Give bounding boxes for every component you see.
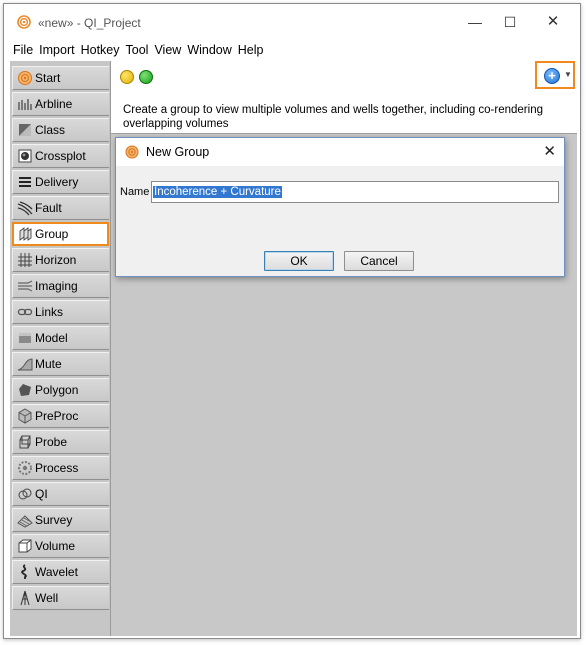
- group-name-input[interactable]: Incoherence + Curvature: [151, 181, 559, 203]
- polygon-icon: [19, 384, 31, 396]
- dialog-title: New Group: [146, 145, 210, 159]
- sidebar-item-label: Mute: [35, 357, 62, 371]
- sidebar-item-process[interactable]: Process: [12, 456, 109, 480]
- sidebar-item-crossplot[interactable]: Crossplot: [12, 144, 109, 168]
- menu-tool[interactable]: Tool: [123, 41, 152, 59]
- volume-icon: [18, 539, 32, 553]
- panel-header: + ▼ Create a group to view multiple volu…: [111, 61, 577, 134]
- sidebar-item-probe[interactable]: Probe: [12, 430, 109, 454]
- sidebar-item-model[interactable]: Model: [12, 326, 109, 350]
- arbline-icon: [18, 99, 32, 110]
- sidebar: Start Arbline Class Crossplot Delivery F…: [10, 61, 111, 636]
- sidebar-item-label: Fault: [35, 201, 62, 215]
- menu-bar: File Import Hotkey Tool View Window Help: [10, 41, 267, 59]
- sidebar-item-polygon[interactable]: Polygon: [12, 378, 109, 402]
- sidebar-item-survey[interactable]: Survey: [12, 508, 109, 532]
- sidebar-item-preproc[interactable]: PreProc: [12, 404, 109, 428]
- sidebar-item-label: Polygon: [35, 383, 79, 397]
- links-icon: [17, 308, 33, 316]
- imaging-icon: [18, 280, 33, 292]
- sidebar-item-links[interactable]: Links: [12, 300, 109, 324]
- sidebar-item-start[interactable]: Start: [12, 66, 109, 90]
- sidebar-item-label: Well: [35, 591, 59, 605]
- sidebar-item-wavelet[interactable]: Wavelet: [12, 560, 109, 584]
- sidebar-item-label: Survey: [35, 513, 73, 527]
- sidebar-item-label: Class: [35, 123, 66, 137]
- menu-file[interactable]: File: [10, 41, 36, 59]
- sidebar-item-arbline[interactable]: Arbline: [12, 92, 109, 116]
- model-icon: [19, 333, 31, 343]
- class-icon: [19, 124, 31, 136]
- menu-window[interactable]: Window: [184, 41, 234, 59]
- sidebar-item-delivery[interactable]: Delivery: [12, 170, 109, 194]
- qi-icon: [18, 488, 32, 500]
- menu-view[interactable]: View: [151, 41, 184, 59]
- sidebar-item-label: Delivery: [35, 175, 79, 189]
- menu-import[interactable]: Import: [36, 41, 77, 59]
- probe-icon: [19, 435, 31, 449]
- survey-icon: [17, 515, 33, 528]
- minimize-button[interactable]: —: [460, 10, 490, 34]
- mute-icon: [17, 358, 33, 371]
- sidebar-item-label: Probe: [35, 435, 68, 449]
- sidebar-item-label: Horizon: [35, 253, 77, 267]
- app-window: «new» - QI_Project — ☐ ✕ File Import Hot…: [3, 3, 581, 639]
- sidebar-item-label: Wavelet: [35, 565, 78, 579]
- fault-icon: [17, 201, 33, 216]
- dialog-close-button[interactable]: ✕: [543, 142, 556, 160]
- cancel-button[interactable]: Cancel: [344, 251, 414, 271]
- sidebar-item-label: Start: [35, 71, 61, 85]
- wavelet-icon: [21, 564, 27, 579]
- ok-button[interactable]: OK: [264, 251, 334, 271]
- sidebar-item-label: QI: [35, 487, 48, 501]
- dialog-title-bar[interactable]: New Group ✕: [116, 138, 564, 166]
- close-window-button[interactable]: ✕: [538, 10, 568, 34]
- sidebar-item-label: Model: [35, 331, 68, 345]
- sidebar-item-class[interactable]: Class: [12, 118, 109, 142]
- group-icon: [19, 227, 32, 241]
- sidebar-item-label: Group: [35, 227, 69, 241]
- preproc-icon: [18, 408, 32, 424]
- sidebar-item-volume[interactable]: Volume: [12, 534, 109, 558]
- new-group-dialog: New Group ✕ Name Incoherence + Curvature…: [115, 137, 565, 277]
- title-bar[interactable]: «new» - QI_Project — ☐ ✕: [4, 4, 580, 40]
- sidebar-item-label: Links: [35, 305, 64, 319]
- add-group-button[interactable]: + ▼: [535, 61, 575, 89]
- sidebar-item-label: Process: [35, 461, 79, 475]
- sidebar-item-label: Arbline: [35, 97, 73, 111]
- start-icon: [18, 71, 32, 85]
- plus-circle-icon: +: [544, 68, 560, 84]
- sidebar-item-well[interactable]: Well: [12, 586, 109, 610]
- sidebar-item-fault[interactable]: Fault: [12, 196, 109, 220]
- window-title: «new» - QI_Project: [38, 16, 141, 30]
- menu-help[interactable]: Help: [235, 41, 267, 59]
- app-logo-icon: [125, 145, 139, 159]
- selected-text: Incoherence + Curvature: [153, 186, 282, 198]
- delivery-icon: [19, 177, 31, 187]
- green-status-icon[interactable]: [139, 70, 153, 84]
- dropdown-arrow-icon[interactable]: ▼: [564, 70, 572, 79]
- panel-description: Create a group to view multiple volumes …: [123, 104, 543, 130]
- app-logo-icon: [17, 15, 31, 29]
- sidebar-item-label: PreProc: [35, 409, 79, 423]
- well-icon: [20, 590, 30, 606]
- yellow-status-icon[interactable]: [120, 70, 134, 84]
- process-icon: [18, 461, 32, 475]
- sidebar-item-horizon[interactable]: Horizon: [12, 248, 109, 272]
- sidebar-item-label: Imaging: [35, 279, 78, 293]
- sidebar-item-mute[interactable]: Mute: [12, 352, 109, 376]
- sidebar-item-imaging[interactable]: Imaging: [12, 274, 109, 298]
- sidebar-item-label: Volume: [35, 539, 76, 553]
- crossplot-icon: [18, 149, 32, 163]
- name-label: Name: [120, 186, 150, 198]
- maximize-button[interactable]: ☐: [495, 10, 525, 34]
- horizon-icon: [18, 253, 32, 267]
- sidebar-item-qi[interactable]: QI: [12, 482, 109, 506]
- sidebar-item-label: Crossplot: [35, 149, 86, 163]
- sidebar-item-group[interactable]: Group: [12, 222, 109, 246]
- menu-hotkey[interactable]: Hotkey: [78, 41, 123, 59]
